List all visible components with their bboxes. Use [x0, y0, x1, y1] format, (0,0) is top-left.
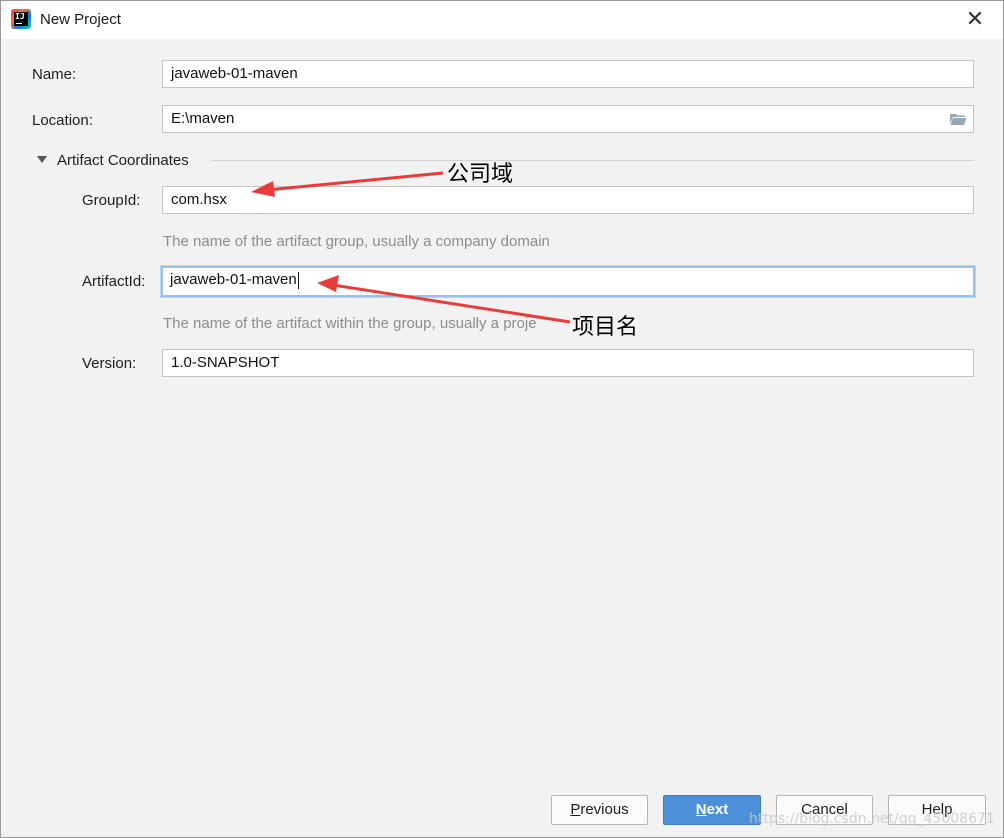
- artifact-annotation: 项目名: [572, 315, 639, 340]
- name-value: javaweb-01-maven: [171, 65, 298, 82]
- new-project-dialog: IJ New Project ✕ Name: javaweb-01-maven …: [0, 0, 1004, 838]
- name-label: Name:: [32, 66, 77, 83]
- previous-button[interactable]: Previous: [551, 795, 648, 825]
- artifactid-label: ArtifactId:: [82, 273, 146, 290]
- close-button[interactable]: ✕: [963, 7, 987, 31]
- groupid-hint: The name of the artifact group, usually …: [163, 233, 550, 250]
- artifactid-field[interactable]: javaweb-01-maven: [161, 266, 975, 297]
- group-annotation: 公司域: [447, 162, 514, 187]
- triangle-down-icon[interactable]: [37, 156, 47, 163]
- next-button[interactable]: Next: [663, 795, 761, 825]
- folder-open-icon[interactable]: [949, 112, 967, 126]
- window-title: New Project: [40, 11, 121, 28]
- watermark: https://blog.csdn.net/qq_45008671: [749, 811, 995, 827]
- intellij-idea-icon: IJ: [11, 9, 31, 29]
- groupid-value: com.hsx: [171, 191, 227, 208]
- artifactid-value: javaweb-01-maven: [170, 271, 297, 288]
- groupid-label: GroupId:: [82, 192, 141, 209]
- version-label: Version:: [82, 355, 137, 372]
- name-field[interactable]: javaweb-01-maven: [162, 60, 974, 88]
- version-value: 1.0-SNAPSHOT: [171, 354, 280, 371]
- location-value: E:\maven: [171, 110, 235, 127]
- section-title[interactable]: Artifact Coordinates: [57, 152, 189, 169]
- artifactid-hint: The name of the artifact within the grou…: [163, 315, 537, 332]
- location-field[interactable]: E:\maven: [162, 105, 974, 133]
- text-caret: [297, 271, 299, 289]
- version-field[interactable]: 1.0-SNAPSHOT: [162, 349, 974, 377]
- location-label: Location:: [32, 112, 93, 129]
- groupid-field[interactable]: com.hsx: [162, 186, 974, 214]
- section-divider: [211, 160, 974, 161]
- title-bar: IJ New Project ✕: [1, 1, 1003, 39]
